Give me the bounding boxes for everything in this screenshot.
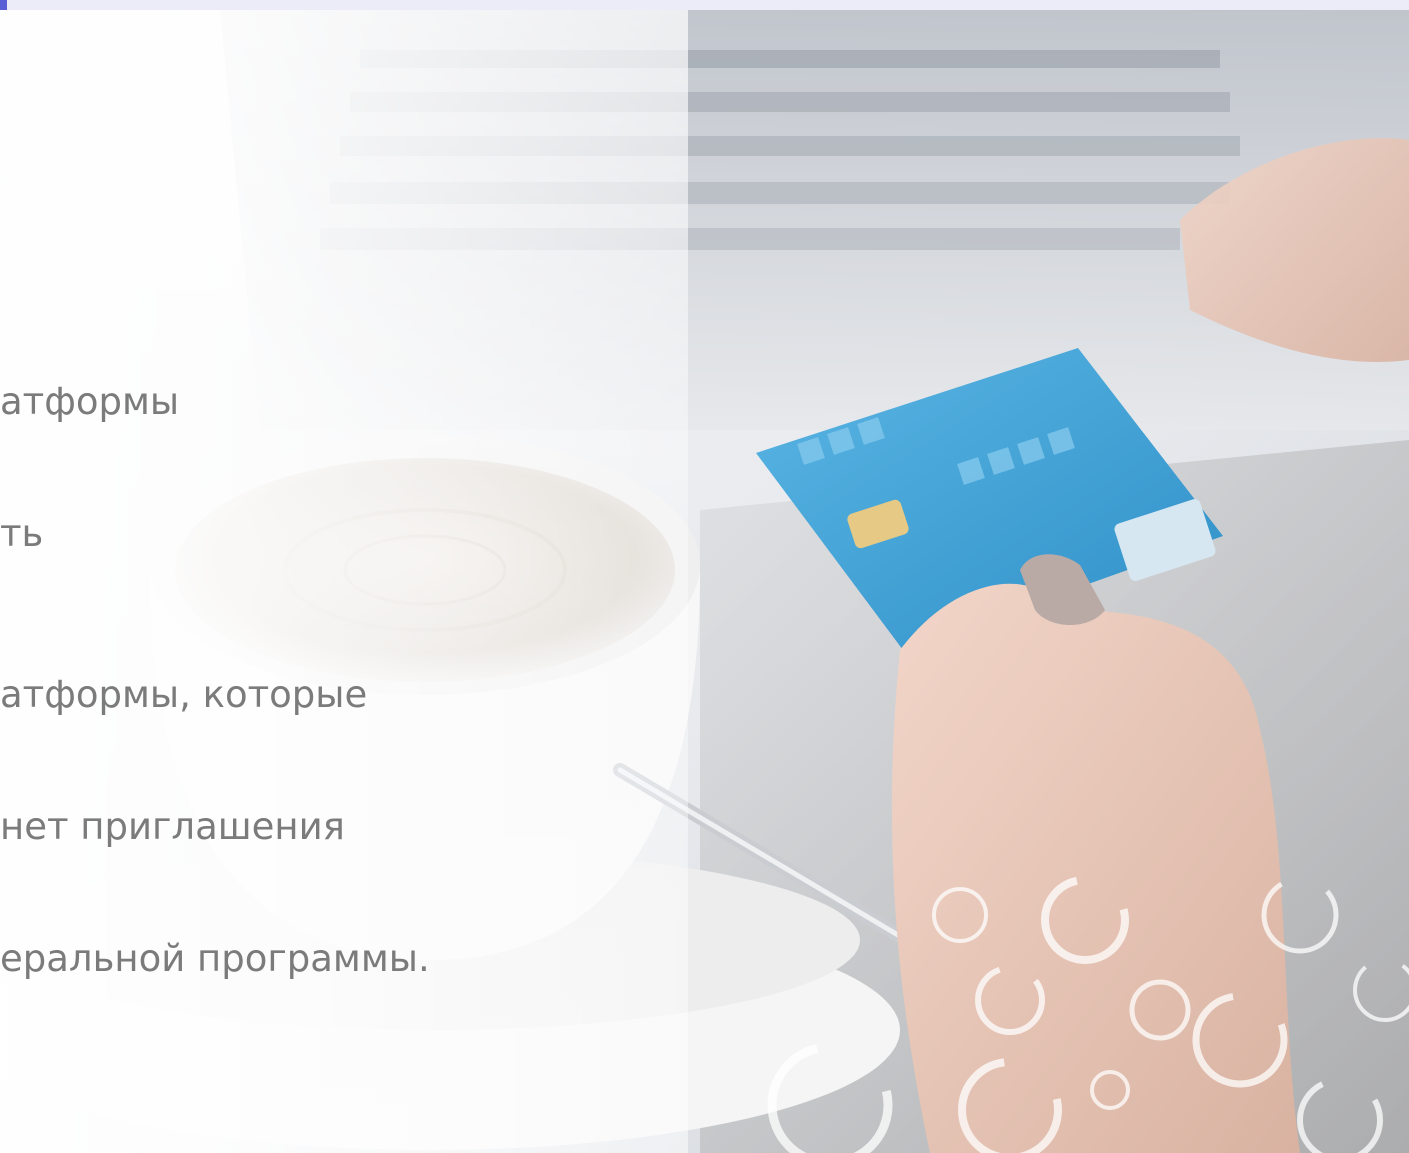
text-line: еральной программы.	[0, 937, 430, 980]
text-line: атформы, которые	[0, 673, 368, 716]
text-block-1: атформы ть	[0, 292, 179, 600]
top-progress-accent	[0, 0, 7, 10]
text-line: нет приглашения	[0, 805, 345, 848]
text-block-2: атформы, которые нет приглашения ерально…	[0, 585, 430, 1025]
text-line: ть	[0, 512, 44, 555]
text-line: атформы	[0, 380, 180, 423]
top-progress-bar	[0, 0, 1409, 10]
